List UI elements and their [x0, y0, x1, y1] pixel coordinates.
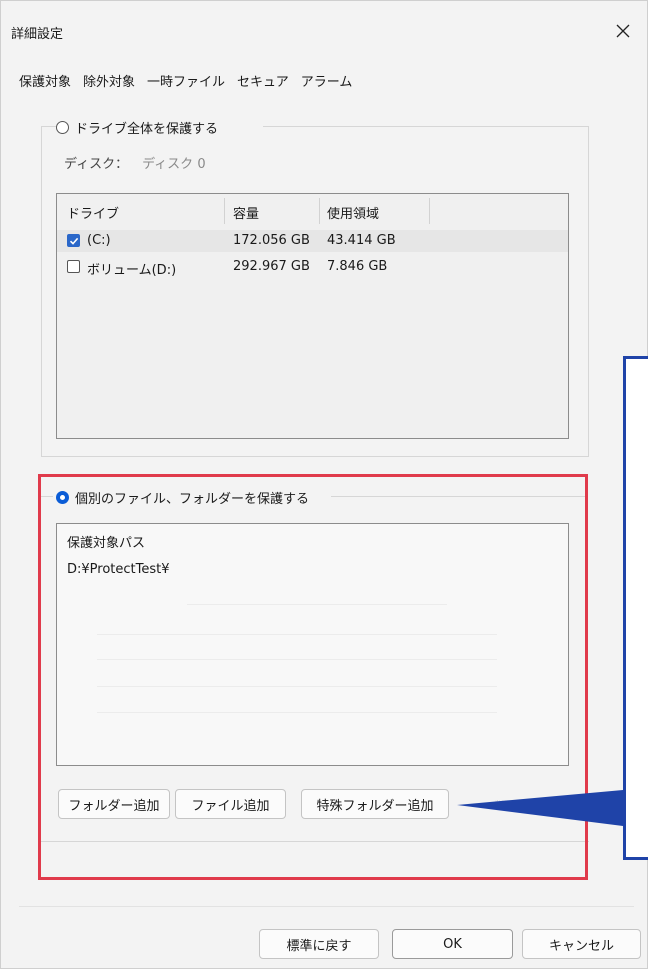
- tab-temp-files[interactable]: 一時ファイル: [147, 71, 231, 97]
- drive-name: ボリューム(D:): [87, 263, 177, 278]
- group-border: [263, 126, 588, 127]
- advanced-settings-dialog: 詳細設定 保護対象 除外対象 一時ファイル セキュア アラーム ドライブ全体を保…: [0, 0, 648, 969]
- column-drive[interactable]: ドライブ: [67, 203, 119, 222]
- column-separator: [319, 198, 320, 224]
- column-separator: [429, 198, 430, 224]
- group-border: [331, 496, 588, 497]
- column-capacity[interactable]: 容量: [233, 203, 259, 222]
- drive-checkbox[interactable]: [67, 234, 80, 247]
- group-border: [41, 456, 589, 457]
- drive-checkbox[interactable]: [67, 260, 80, 273]
- drive-capacity: 292.967 GB: [233, 259, 310, 274]
- group-border: [41, 496, 53, 497]
- disk-row: ディスク： ディスク 0: [64, 153, 206, 172]
- add-special-folder-button[interactable]: 特殊フォルダー追加: [301, 789, 449, 819]
- drive-row[interactable]: ボリューム(D:) 292.967 GB 7.846 GB: [57, 256, 568, 278]
- drive-used: 7.846 GB: [327, 259, 388, 274]
- close-icon: [616, 24, 630, 38]
- row-divider: [97, 634, 497, 635]
- row-divider: [97, 686, 497, 687]
- group-border: [41, 126, 42, 456]
- delete-button[interactable]: 削除: [479, 789, 529, 819]
- title-bar: 詳細設定: [1, 1, 647, 61]
- callout-box: [623, 356, 648, 860]
- restore-default-button[interactable]: 標準に戻す: [259, 929, 379, 959]
- column-separator: [224, 198, 225, 224]
- tab-secure[interactable]: セキュア: [237, 71, 295, 97]
- path-list-header: 保護対象パス: [67, 536, 146, 551]
- protected-path-list[interactable]: 保護対象パス D:¥ProtectTest¥: [56, 523, 569, 766]
- close-button[interactable]: [603, 11, 643, 51]
- tab-alarm[interactable]: アラーム: [301, 71, 359, 97]
- group-border: [41, 841, 589, 842]
- group-border: [588, 126, 589, 456]
- drive-used: 43.414 GB: [327, 233, 396, 248]
- drive-list[interactable]: ドライブ 容量 使用領域 (C:) 172.056 GB 43.414 GB ボ…: [56, 193, 569, 439]
- drive-protection-label: ドライブ全体を保護する: [75, 122, 219, 137]
- radio-icon: [56, 121, 69, 134]
- disk-label: ディスク：: [64, 157, 129, 172]
- tab-protection-target[interactable]: 保護対象: [19, 71, 77, 97]
- add-folder-button[interactable]: フォルダー追加: [58, 789, 170, 819]
- add-file-button[interactable]: ファイル追加: [175, 789, 286, 819]
- drive-capacity: 172.056 GB: [233, 233, 310, 248]
- footer-divider: [19, 906, 634, 907]
- row-divider: [97, 659, 497, 660]
- disk-value: ディスク 0: [142, 157, 206, 172]
- drive-row[interactable]: (C:) 172.056 GB 43.414 GB: [57, 230, 568, 252]
- path-item[interactable]: D:¥ProtectTest¥: [67, 562, 170, 577]
- drive-name: (C:): [87, 233, 111, 248]
- check-icon: [69, 237, 79, 245]
- file-protection-label: 個別のファイル、フォルダーを保護する: [75, 492, 310, 507]
- tab-bar: 保護対象 除外対象 一時ファイル セキュア アラーム: [19, 71, 364, 97]
- cancel-button[interactable]: キャンセル: [522, 929, 641, 959]
- tab-exclusions[interactable]: 除外対象: [83, 71, 141, 97]
- file-protection-radio[interactable]: 個別のファイル、フォルダーを保護する: [56, 488, 309, 507]
- row-divider: [187, 604, 447, 605]
- drive-list-header: ドライブ 容量 使用領域: [57, 194, 568, 226]
- drive-protection-radio[interactable]: ドライブ全体を保護する: [56, 118, 218, 137]
- radio-selected-icon: [56, 491, 69, 504]
- column-used[interactable]: 使用領域: [327, 203, 379, 222]
- row-divider: [97, 712, 497, 713]
- window-title: 詳細設定: [11, 27, 64, 42]
- ok-button[interactable]: OK: [392, 929, 513, 959]
